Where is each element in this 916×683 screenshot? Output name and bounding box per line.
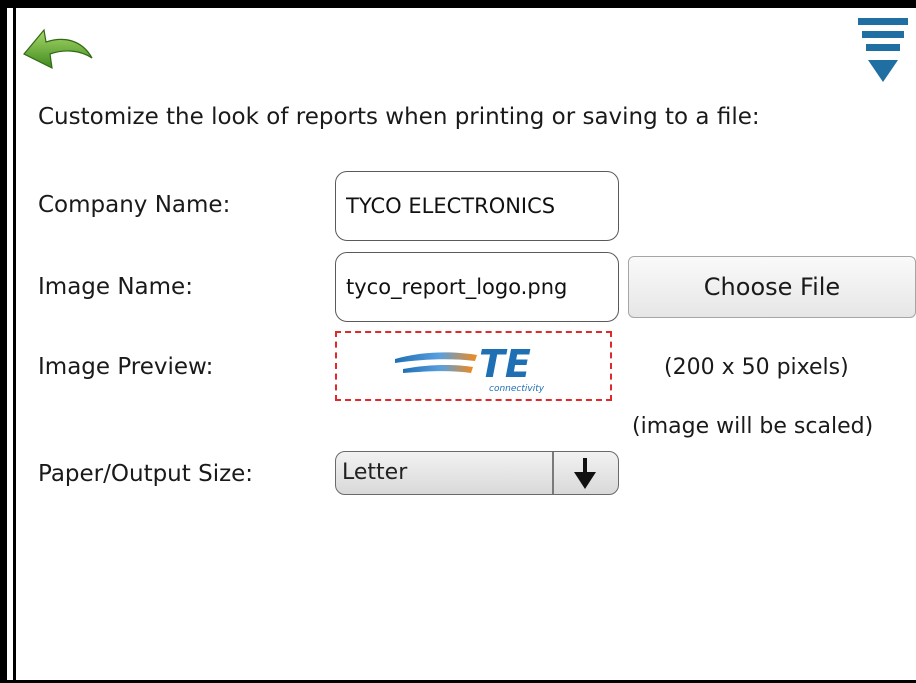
dropdown-arrow-icon — [572, 458, 598, 494]
svg-text:TE: TE — [479, 342, 531, 386]
select-divider — [552, 452, 554, 494]
intro-text: Customize the look of reports when print… — [38, 104, 760, 130]
image-preview-box: TE connectivity — [335, 331, 612, 401]
svg-text:connectivity: connectivity — [489, 384, 545, 394]
te-connectivity-logo: TE connectivity — [395, 342, 545, 394]
image-size-note: (200 x 50 pixels) — [664, 355, 849, 380]
image-name-input[interactable] — [335, 252, 619, 322]
back-arrow-icon[interactable] — [20, 18, 96, 78]
paper-size-label: Paper/Output Size: — [38, 461, 254, 487]
menu-icon[interactable] — [852, 16, 912, 86]
image-scale-note: (image will be scaled) — [632, 414, 874, 439]
choose-file-button[interactable]: Choose File — [628, 256, 916, 318]
company-name-input[interactable] — [335, 171, 619, 241]
paper-size-select[interactable]: Letter — [335, 451, 619, 495]
image-preview-label: Image Preview: — [38, 354, 214, 380]
image-name-label: Image Name: — [38, 274, 193, 300]
paper-size-value: Letter — [342, 460, 408, 485]
company-name-label: Company Name: — [38, 192, 231, 218]
